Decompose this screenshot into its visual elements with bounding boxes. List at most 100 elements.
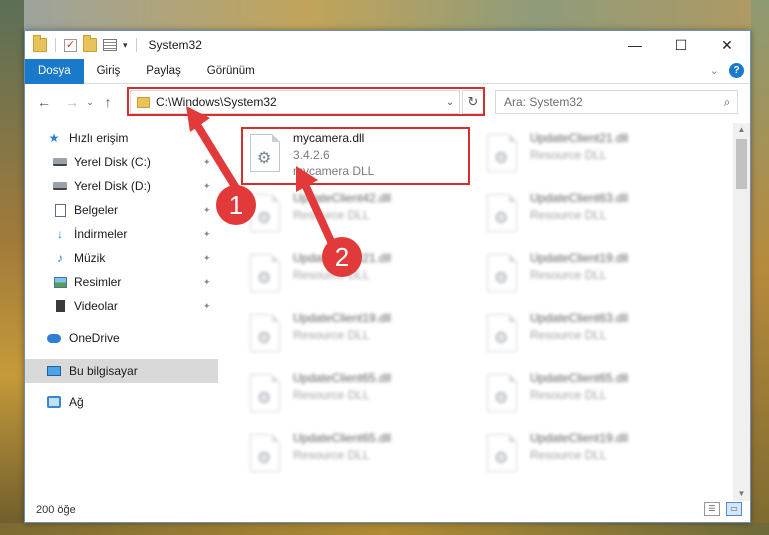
pin-icon[interactable]: ✦ bbox=[203, 277, 211, 288]
tab-file[interactable]: Dosya bbox=[25, 58, 84, 84]
file-item[interactable]: ⚙ UpdateClient42.dll Resource DLL bbox=[236, 187, 466, 243]
nav-item-videos[interactable]: Videolar ✦ bbox=[25, 295, 218, 317]
tab-view[interactable]: Görünüm bbox=[194, 59, 268, 84]
tab-home[interactable]: Giriş bbox=[84, 59, 134, 84]
desktop-background-bottom bbox=[0, 523, 769, 535]
scroll-up-icon[interactable]: ▲ bbox=[733, 123, 750, 137]
properties-icon[interactable] bbox=[103, 39, 117, 51]
file-item[interactable]: ⚙ UpdateClient19.dll Resource DLL bbox=[473, 247, 703, 303]
file-item[interactable]: ⚙ UpdateClient65.dll Resource DLL bbox=[236, 367, 466, 423]
file-name: UpdateClient63.dll bbox=[530, 311, 629, 325]
file-highlight-box bbox=[241, 127, 470, 185]
file-description: Resource DLL bbox=[293, 208, 370, 222]
item-count: 200 öğe bbox=[36, 504, 76, 516]
search-icon[interactable]: ⌕ bbox=[717, 95, 737, 110]
nav-item-music[interactable]: ♪ Müzik ✦ bbox=[25, 247, 218, 269]
title-bar: ✓ ▾ System32 — ☐ ✕ bbox=[25, 31, 750, 59]
file-item[interactable]: ⚙ UpdateClient19.dll Resource DLL bbox=[473, 427, 703, 483]
file-item[interactable]: ⚙ UpdateClient21.dll Resource DLL bbox=[473, 127, 703, 183]
file-item[interactable]: ⚙ UpdateClient65.dll Resource DLL bbox=[236, 427, 466, 483]
nav-quick-access[interactable]: ★ Hızlı erişim bbox=[25, 127, 218, 149]
gear-icon: ⚙ bbox=[257, 330, 272, 347]
vertical-scrollbar[interactable]: ▲ ▼ bbox=[733, 123, 750, 501]
forward-arrow-icon[interactable]: → bbox=[61, 91, 83, 113]
explorer-window: ✓ ▾ System32 — ☐ ✕ Dosya Giriş Paylaş Gö… bbox=[24, 30, 751, 523]
file-item[interactable]: ⚙ UpdateClient21.dll Resource DLL bbox=[236, 247, 466, 303]
nav-item-downloads[interactable]: ↓ İndirmeler ✦ bbox=[25, 223, 218, 245]
gear-icon: ⚙ bbox=[257, 450, 272, 467]
dll-file-icon: ⚙ bbox=[487, 314, 517, 352]
maximize-button[interactable]: ☐ bbox=[658, 31, 704, 59]
pin-icon[interactable]: ✦ bbox=[203, 301, 211, 312]
recent-locations-chevron-icon[interactable]: ⌄ bbox=[83, 91, 97, 113]
nav-onedrive[interactable]: OneDrive bbox=[25, 327, 218, 349]
gear-icon: ⚙ bbox=[257, 270, 272, 287]
close-button[interactable]: ✕ bbox=[704, 31, 750, 59]
file-description: Resource DLL bbox=[293, 268, 370, 282]
gear-icon: ⚙ bbox=[494, 270, 509, 287]
ribbon-tabs: Dosya Giriş Paylaş Görünüm ⌄ ? bbox=[25, 58, 750, 84]
pin-icon[interactable]: ✦ bbox=[203, 229, 211, 240]
search-box[interactable]: Ara: System32 ⌕ bbox=[495, 90, 738, 114]
nav-this-pc[interactable]: Bu bilgisayar bbox=[25, 359, 218, 383]
nav-network[interactable]: Ağ bbox=[25, 391, 218, 413]
file-item[interactable]: ⚙ UpdateClient63.dll Resource DLL bbox=[473, 307, 703, 363]
chevron-down-icon[interactable]: ▾ bbox=[123, 40, 128, 51]
dll-file-icon: ⚙ bbox=[250, 314, 280, 352]
gear-icon: ⚙ bbox=[257, 390, 272, 407]
pin-icon[interactable]: ✦ bbox=[203, 253, 211, 264]
nav-item-documents[interactable]: Belgeler ✦ bbox=[25, 199, 218, 221]
gear-icon: ⚙ bbox=[494, 450, 509, 467]
pin-icon[interactable]: ✦ bbox=[203, 205, 211, 216]
expand-ribbon-icon[interactable]: ⌄ bbox=[710, 64, 719, 77]
gear-icon: ⚙ bbox=[494, 150, 509, 167]
address-row: ← → ⌄ ↑ C:\Windows\System32 ⌄ ↻ Ara: Sys… bbox=[25, 85, 750, 119]
file-name: UpdateClient19.dll bbox=[293, 311, 392, 325]
file-description: Resource DLL bbox=[293, 448, 370, 462]
dll-file-icon: ⚙ bbox=[487, 254, 517, 292]
tiles-view-icon[interactable]: ▭ bbox=[726, 502, 742, 516]
minimize-button[interactable]: — bbox=[612, 31, 658, 59]
properties-check-icon[interactable]: ✓ bbox=[64, 38, 77, 52]
ribbon-right-controls: ⌄ ? bbox=[710, 63, 744, 78]
help-icon[interactable]: ? bbox=[729, 63, 744, 78]
status-bar: 200 öğe ☰ ▭ bbox=[25, 498, 750, 522]
file-item[interactable]: ⚙ UpdateClient63.dll Resource DLL bbox=[473, 187, 703, 243]
folder-icon[interactable] bbox=[33, 35, 47, 52]
pin-icon[interactable]: ✦ bbox=[203, 181, 211, 192]
file-description: Resource DLL bbox=[530, 208, 607, 222]
dll-file-icon: ⚙ bbox=[487, 434, 517, 472]
scroll-thumb[interactable] bbox=[736, 139, 747, 189]
details-view-icon[interactable]: ☰ bbox=[704, 502, 720, 516]
music-icon: ♪ bbox=[57, 251, 63, 265]
file-name: UpdateClient65.dll bbox=[293, 371, 392, 385]
search-input[interactable]: Ara: System32 bbox=[504, 95, 717, 109]
tab-share[interactable]: Paylaş bbox=[133, 59, 194, 84]
file-name: UpdateClient19.dll bbox=[530, 251, 629, 265]
nav-item-local-disk-c[interactable]: Yerel Disk (C:) ✦ bbox=[25, 151, 218, 173]
star-icon: ★ bbox=[48, 131, 60, 145]
nav-item-label: İndirmeler bbox=[74, 227, 128, 241]
new-folder-icon[interactable] bbox=[83, 35, 97, 52]
file-item[interactable]: ⚙ UpdateClient65.dll Resource DLL bbox=[473, 367, 703, 423]
nav-onedrive-label: OneDrive bbox=[69, 331, 120, 345]
nav-network-label: Ağ bbox=[69, 395, 84, 409]
dll-file-icon: ⚙ bbox=[487, 134, 517, 172]
gear-icon: ⚙ bbox=[257, 210, 272, 227]
pin-icon[interactable]: ✦ bbox=[203, 157, 211, 168]
file-name: UpdateClient65.dll bbox=[293, 431, 392, 445]
documents-icon bbox=[53, 203, 67, 217]
window-controls: — ☐ ✕ bbox=[612, 31, 750, 59]
nav-item-pictures[interactable]: Resimler ✦ bbox=[25, 271, 218, 293]
file-name: UpdateClient21.dll bbox=[530, 131, 629, 145]
back-arrow-icon[interactable]: ← bbox=[33, 91, 55, 113]
file-name: UpdateClient21.dll bbox=[293, 251, 392, 265]
file-description: Resource DLL bbox=[530, 388, 607, 402]
nav-quick-access-label: Hızlı erişim bbox=[69, 131, 129, 145]
nav-item-label: Müzik bbox=[74, 251, 106, 265]
up-arrow-icon[interactable]: ↑ bbox=[97, 91, 119, 113]
nav-item-local-disk-d[interactable]: Yerel Disk (D:) ✦ bbox=[25, 175, 218, 197]
dll-file-icon: ⚙ bbox=[250, 254, 280, 292]
file-item[interactable]: ⚙ UpdateClient19.dll Resource DLL bbox=[236, 307, 466, 363]
file-description: Resource DLL bbox=[530, 328, 607, 342]
